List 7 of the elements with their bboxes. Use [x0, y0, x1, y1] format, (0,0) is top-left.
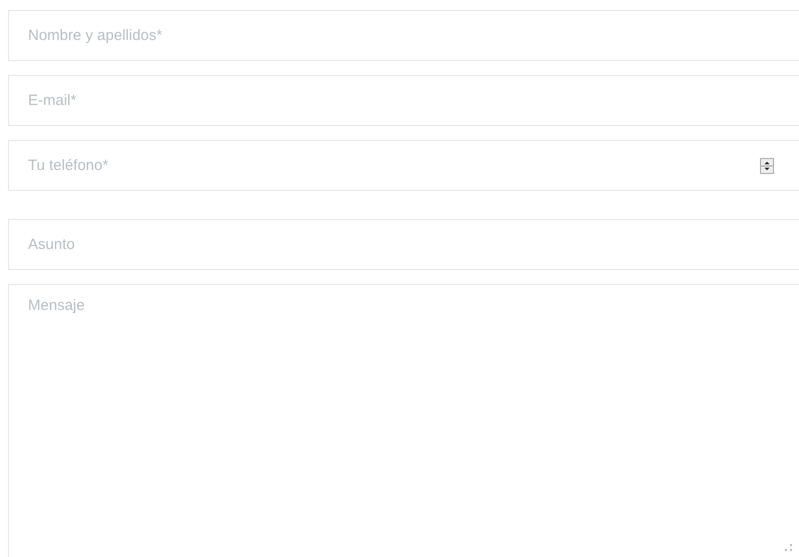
spinner-icon[interactable] [760, 158, 774, 174]
input-field[interactable]: Asunto [8, 219, 799, 270]
resize-grip-icon[interactable] [785, 544, 792, 551]
input-field[interactable]: Tu teléfono* [8, 140, 799, 191]
input-field[interactable]: Nombre y apellidos* [8, 10, 799, 61]
message-field[interactable]: Mensaje [8, 284, 799, 557]
input-field[interactable]: E-mail* [8, 75, 799, 126]
